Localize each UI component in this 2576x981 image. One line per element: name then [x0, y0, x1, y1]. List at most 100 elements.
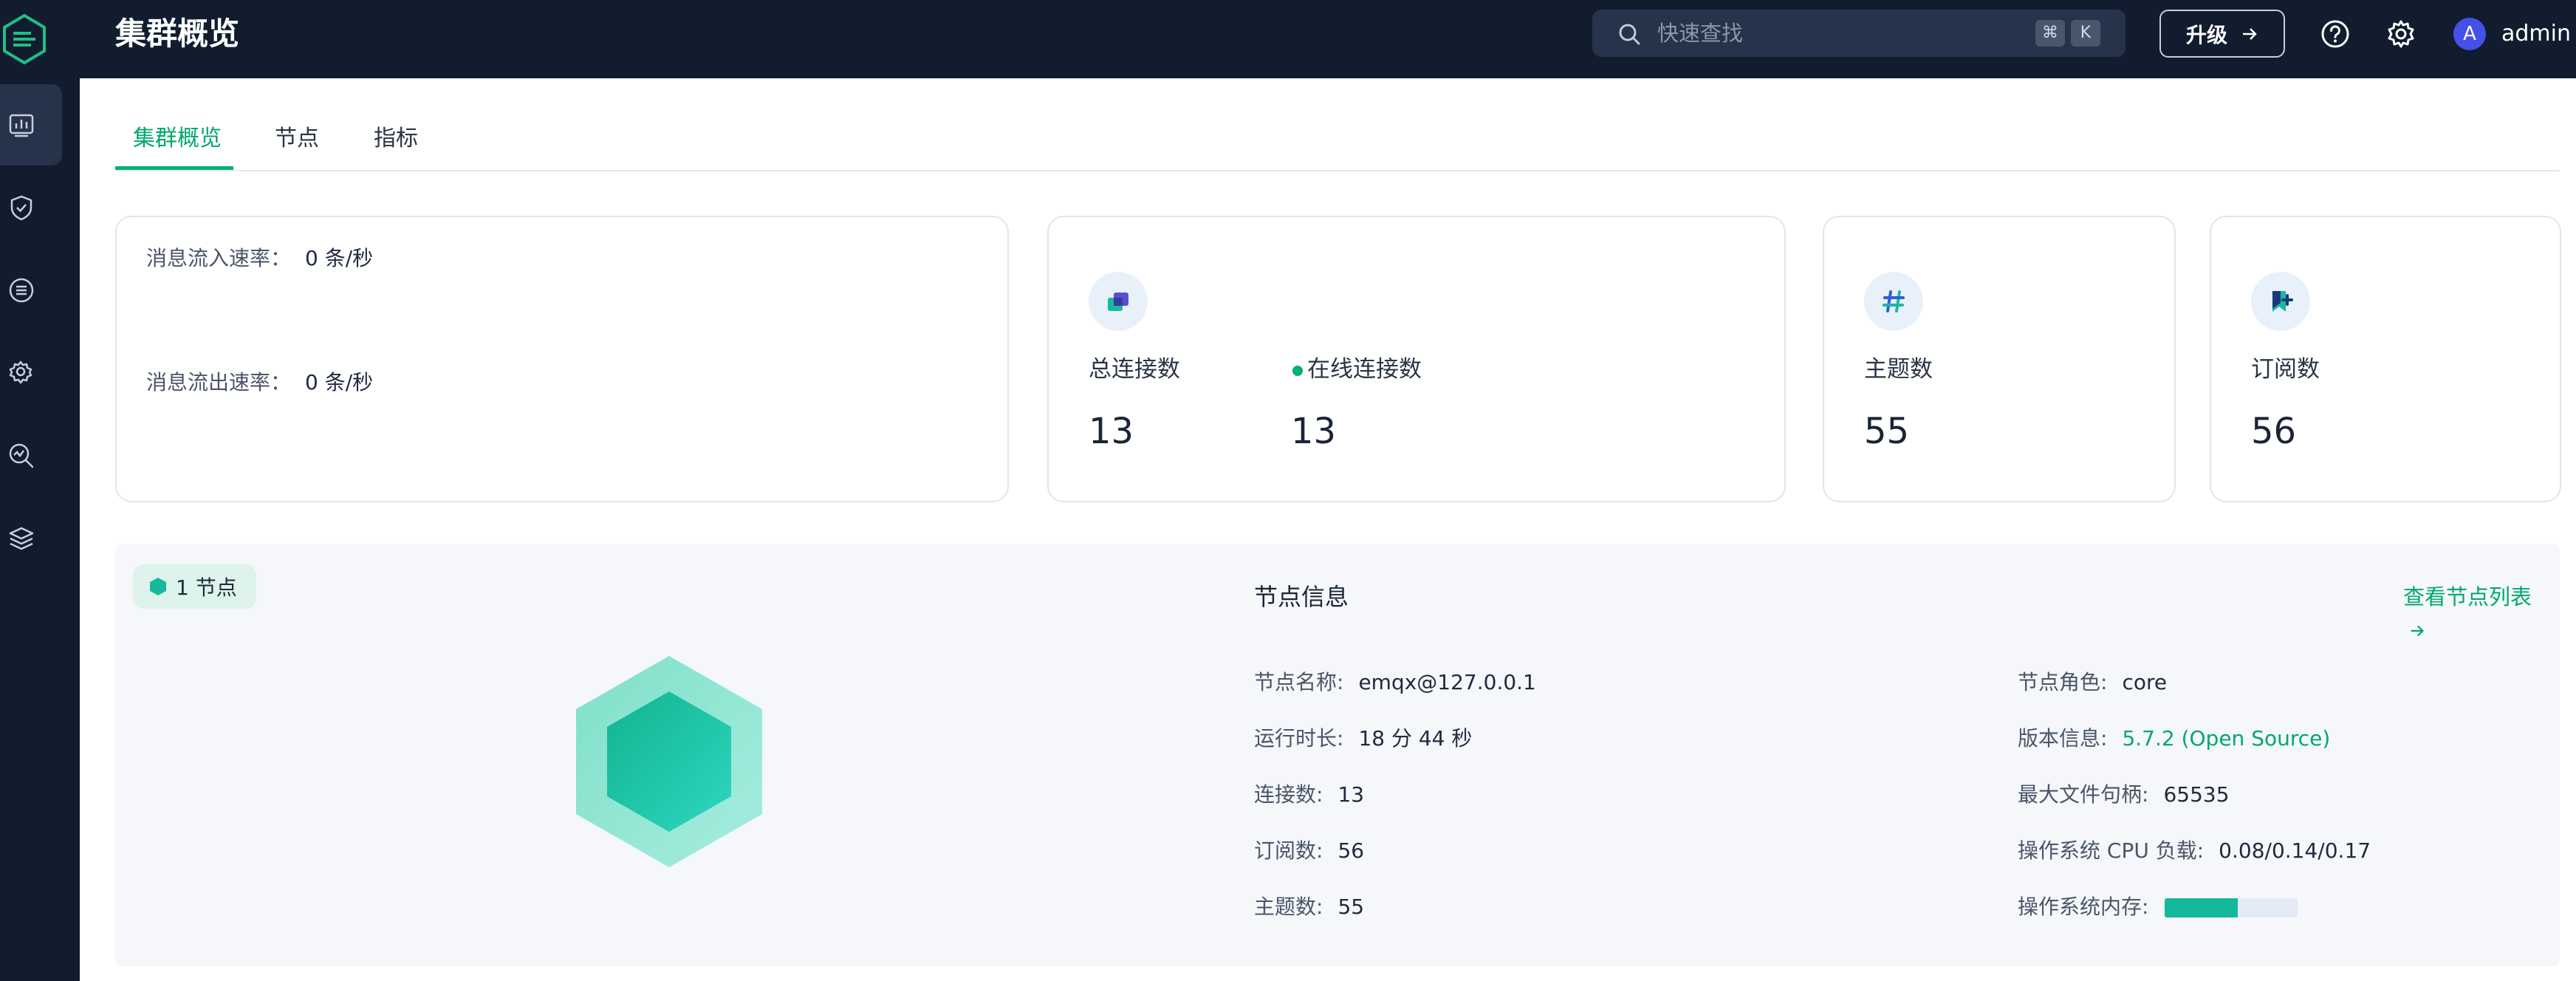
- layers-icon: [9, 527, 34, 550]
- view-node-list-link[interactable]: 查看节点列表: [2403, 581, 2560, 646]
- subscriptions-value: 56: [2251, 411, 2297, 452]
- info-key: 操作系统内存:: [2018, 895, 2149, 919]
- inbound-rate-value: 0 条/秒: [305, 246, 374, 270]
- node-info-title: 节点信息: [1254, 583, 1349, 611]
- node-count-label: 1 节点: [176, 575, 237, 600]
- connections-card: 总连接数 13 在线连接数 13: [1047, 216, 1786, 502]
- bookmark-plus-icon: [2272, 291, 2293, 312]
- connections-icon-badge: [1089, 272, 1148, 331]
- sidebar-item-management[interactable]: [0, 332, 62, 414]
- help-icon[interactable]: [2320, 19, 2350, 49]
- tab-metrics[interactable]: 指标: [374, 124, 418, 154]
- shortcut-key-cmd: ⌘: [2035, 20, 2065, 47]
- info-key: 最大文件句柄:: [2018, 782, 2149, 807]
- list-circle-icon: [9, 278, 34, 303]
- upgrade-label: 升级: [2185, 22, 2227, 47]
- sidebar-item-access-control[interactable]: [0, 167, 62, 248]
- topics-card: 主题数 55: [1823, 216, 2176, 502]
- memory-usage-bar: [2165, 898, 2298, 917]
- tab-bar: 集群概览 节点 指标: [115, 112, 2560, 171]
- outbound-rate-value: 0 条/秒: [305, 370, 374, 394]
- info-key: 节点角色:: [2018, 670, 2108, 694]
- info-row-connections: 连接数: 13: [1254, 782, 1364, 808]
- info-key: 订阅数:: [1254, 838, 1323, 863]
- view-node-list-label: 查看节点列表: [2403, 584, 2532, 609]
- info-row-memory: 操作系统内存:: [2018, 894, 2298, 920]
- topics-icon-badge: [1864, 272, 1923, 331]
- info-row-max-fds: 最大文件句柄: 65535: [2018, 782, 2230, 808]
- hash-icon: [1883, 290, 1905, 312]
- info-row-node-name: 节点名称: emqx@127.0.0.1: [1254, 669, 1536, 696]
- memory-usage-fill: [2165, 898, 2238, 917]
- main-content: 集群概览 节点 指标 消息流入速率： 0 条/秒 消息流出速率： 0 条/秒 总…: [80, 78, 2576, 981]
- tab-nodes[interactable]: 节点: [275, 124, 319, 154]
- subscriptions-icon-badge: [2251, 272, 2310, 331]
- info-key: 连接数:: [1254, 782, 1323, 807]
- top-bar: 集群概览 快速查找 ⌘ K 升级 A admin: [0, 0, 2576, 78]
- info-value: 0.08/0.14/0.17: [2219, 838, 2371, 863]
- gear-hand-icon: [9, 360, 32, 384]
- upgrade-button[interactable]: 升级: [2159, 10, 2285, 58]
- quick-search-input[interactable]: 快速查找 ⌘ K: [1592, 10, 2125, 57]
- info-value: emqx@127.0.0.1: [1358, 670, 1536, 694]
- sidebar-item-diagnose[interactable]: [0, 415, 62, 496]
- total-connections-label: 总连接数: [1089, 356, 1180, 383]
- info-key: 主题数:: [1254, 895, 1323, 919]
- search-chart-icon: [9, 443, 34, 468]
- page-title: 集群概览: [115, 16, 240, 52]
- outbound-rate-label: 消息流出速率：: [146, 370, 292, 394]
- node-hexagon-graphic[interactable]: [573, 654, 765, 869]
- search-placeholder: 快速查找: [1657, 21, 1744, 46]
- info-key: 节点名称:: [1254, 670, 1344, 694]
- info-value: core: [2122, 670, 2168, 694]
- hexagon-icon: [150, 578, 166, 595]
- info-value: 55: [1337, 895, 1365, 919]
- dashboard-icon: [9, 114, 34, 137]
- search-icon: [1619, 24, 1640, 45]
- username[interactable]: admin: [2501, 19, 2571, 49]
- user-avatar[interactable]: A: [2453, 18, 2486, 50]
- online-connections-value: 13: [1291, 411, 1337, 452]
- info-key: 运行时长:: [1254, 726, 1344, 751]
- inbound-rate-label: 消息流入速率：: [146, 246, 292, 270]
- arrow-right-icon: [2411, 625, 2424, 637]
- emqx-logo-icon: [3, 13, 46, 65]
- active-tab-indicator: [115, 166, 233, 170]
- sidebar-item-dashboard[interactable]: [0, 84, 62, 165]
- sidebar-item-integration[interactable]: [0, 250, 62, 331]
- online-connections-label-group: 在线连接数: [1292, 355, 1422, 384]
- total-connections-value: 13: [1089, 411, 1134, 452]
- online-connections-label: 在线连接数: [1307, 356, 1422, 383]
- info-row-node-role: 节点角色: core: [2018, 669, 2167, 696]
- shortcut-key-k: K: [2071, 20, 2100, 47]
- info-row-version: 版本信息: 5.7.2 (Open Source): [2018, 725, 2330, 752]
- connections-icon: [1108, 293, 1128, 311]
- node-hexagon-icon: [576, 656, 762, 867]
- info-row-uptime: 运行时长: 18 分 44 秒: [1254, 725, 1472, 752]
- topics-value: 55: [1864, 411, 1910, 452]
- info-row-topics: 主题数: 55: [1254, 894, 1364, 920]
- shield-icon: [10, 195, 32, 221]
- info-value: 56: [1337, 838, 1365, 863]
- version-link[interactable]: 5.7.2 (Open Source): [2122, 726, 2330, 751]
- sidebar: [0, 78, 80, 981]
- info-row-subscriptions: 订阅数: 56: [1254, 838, 1364, 864]
- info-key: 版本信息:: [2018, 726, 2108, 751]
- node-panel: 1 节点 节点信息 查看节点列表 节点名称: emqx@127.0.0.1 运行…: [115, 544, 2560, 966]
- topics-label: 主题数: [1864, 356, 1933, 383]
- subscriptions-card: 订阅数 56: [2210, 216, 2561, 502]
- settings-gear-icon[interactable]: [2386, 19, 2416, 49]
- online-status-dot: [1292, 365, 1303, 376]
- node-count-badge: 1 节点: [133, 564, 256, 609]
- info-value: 13: [1337, 782, 1365, 807]
- info-value: 65535: [2163, 782, 2230, 807]
- subscriptions-label: 订阅数: [2251, 356, 2320, 383]
- info-value: 18 分 44 秒: [1358, 726, 1473, 751]
- arrow-right-icon: [2243, 27, 2257, 40]
- sidebar-item-extensions[interactable]: [0, 498, 62, 579]
- info-key: 操作系统 CPU 负载:: [2018, 838, 2205, 863]
- logo[interactable]: [0, 0, 49, 78]
- message-rate-card: 消息流入速率： 0 条/秒 消息流出速率： 0 条/秒: [115, 216, 1009, 502]
- tab-cluster-overview[interactable]: 集群概览: [133, 124, 222, 154]
- info-row-cpu-load: 操作系统 CPU 负载: 0.08/0.14/0.17: [2018, 838, 2371, 864]
